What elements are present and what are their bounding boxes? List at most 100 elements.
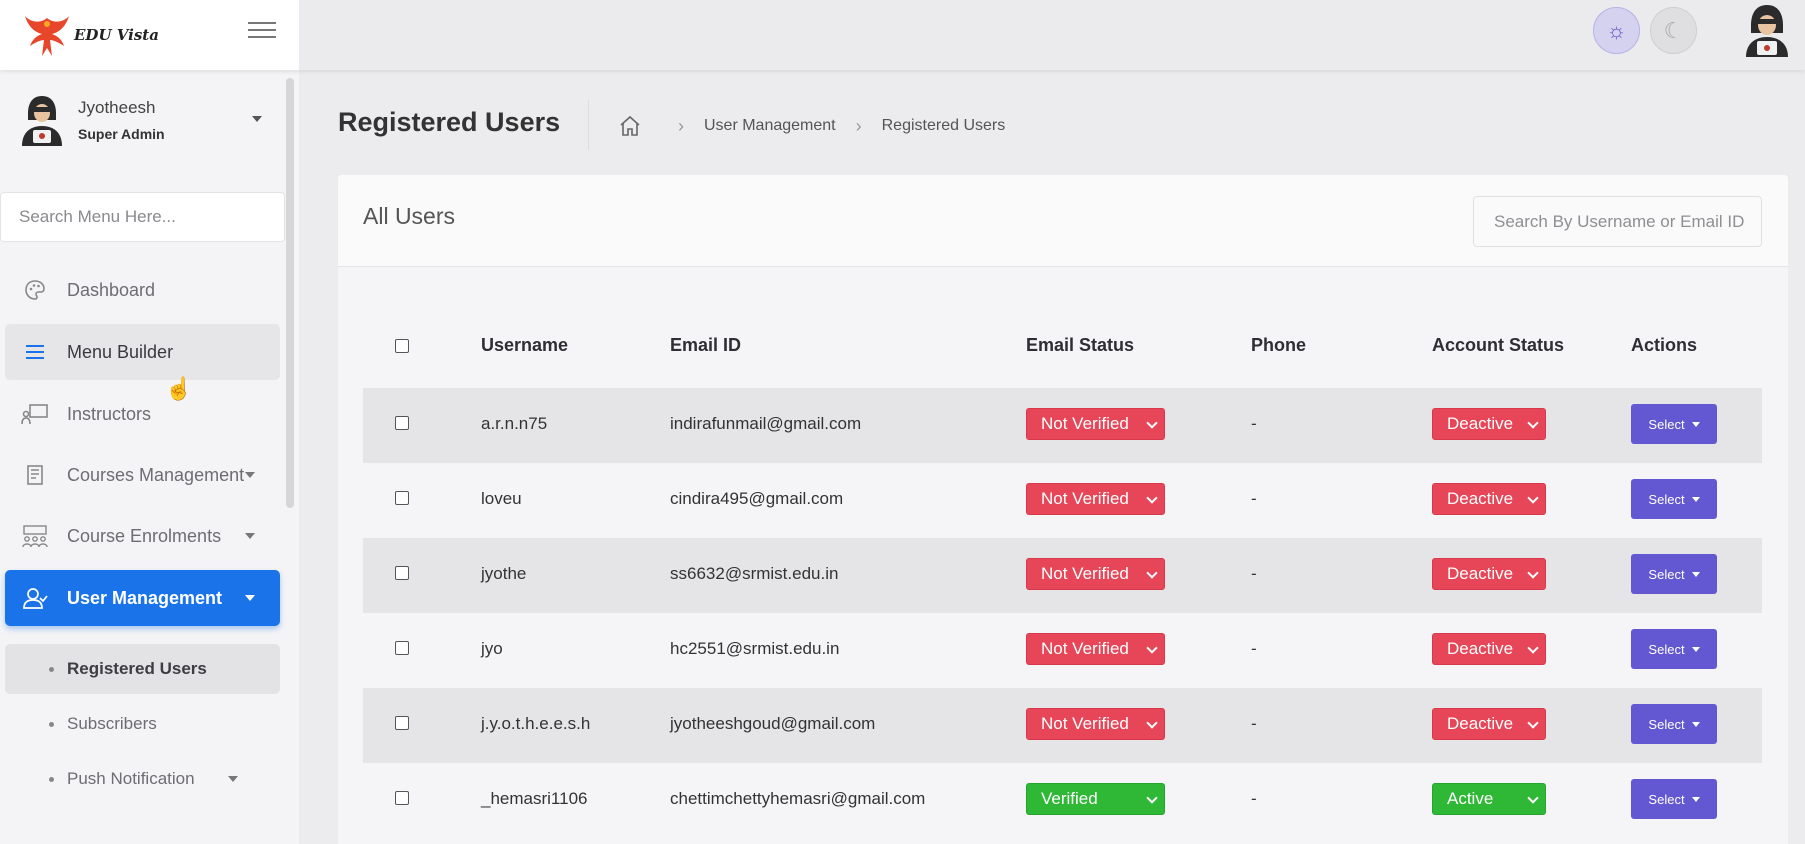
email-cell: hc2551@srmist.edu.in	[670, 639, 840, 658]
hamburger-menu-icon[interactable]	[248, 17, 276, 43]
sidebar-item-instructors[interactable]: Instructors	[5, 386, 280, 442]
top-bar: EDU Vista ☼ ☾	[0, 0, 1805, 70]
sidebar-item-course-enrolments[interactable]: Course Enrolments	[5, 508, 280, 564]
account-status-dropdown[interactable]: Deactive	[1432, 633, 1546, 665]
sidebar-scrollbar[interactable]	[286, 78, 294, 508]
bullet-icon	[49, 666, 54, 672]
actions-select-button[interactable]: Select	[1631, 404, 1717, 444]
sun-icon[interactable]: ☼	[1593, 7, 1640, 54]
account-status-label: Deactive	[1447, 489, 1514, 508]
row-checkbox[interactable]	[395, 641, 409, 655]
table-row: a.r.n.n75 indirafunmail@gmail.com Not Veri…	[363, 388, 1762, 463]
table-row: j.y.o.t.h.e.e.s.h jyotheeshgoud@gmail.com…	[363, 688, 1762, 763]
column-header-email-status[interactable]: Email Status	[1026, 335, 1134, 356]
account-status-label: Deactive	[1447, 639, 1514, 658]
column-header-phone[interactable]: Phone	[1251, 335, 1306, 356]
actions-select-label: Select	[1648, 566, 1685, 582]
chevron-down-icon	[1527, 642, 1539, 654]
caret-down-icon	[1691, 721, 1700, 727]
account-status-label: Deactive	[1447, 564, 1514, 583]
email-status-dropdown[interactable]: Verified	[1026, 783, 1165, 815]
phone-cell: -	[1251, 489, 1257, 508]
actions-select-label: Select	[1648, 791, 1685, 807]
caret-down-icon	[252, 116, 262, 122]
caret-down-icon	[1691, 571, 1700, 577]
home-icon[interactable]	[618, 114, 642, 138]
email-status-label: Not Verified	[1041, 714, 1129, 733]
moon-icon[interactable]: ☾	[1650, 7, 1697, 54]
account-status-dropdown[interactable]: Deactive	[1432, 558, 1546, 590]
email-status-label: Not Verified	[1041, 564, 1129, 583]
actions-select-button[interactable]: Select	[1631, 554, 1717, 594]
card-title: All Users	[363, 203, 456, 229]
chevron-down-icon	[1527, 417, 1539, 429]
phone-cell: -	[1251, 714, 1257, 733]
email-cell: cindira495@gmail.com	[670, 489, 844, 508]
book-icon	[17, 463, 53, 487]
sidebar-item-label: Dashboard	[67, 279, 156, 300]
account-status-dropdown[interactable]: Deactive	[1432, 483, 1546, 515]
sidebar-subitem-push-notification[interactable]: Push Notification	[5, 754, 280, 804]
column-header-account-status[interactable]: Account Status	[1432, 335, 1564, 356]
sidebar: Jyotheesh Super Admin Dashboard Menu Bui…	[0, 70, 299, 844]
account-status-label: Deactive	[1447, 714, 1514, 733]
actions-select-button[interactable]: Select	[1631, 629, 1717, 669]
column-header-username[interactable]: Username	[481, 335, 568, 356]
username-cell: jyo	[481, 639, 503, 658]
email-status-label: Not Verified	[1041, 639, 1129, 658]
chevron-down-icon	[1527, 492, 1539, 504]
actions-select-button[interactable]: Select	[1631, 779, 1717, 819]
actions-select-label: Select	[1648, 716, 1685, 732]
chevron-down-icon	[1146, 492, 1158, 504]
chevron-right-icon: ›	[678, 115, 684, 136]
row-checkbox[interactable]	[395, 416, 409, 430]
sidebar-item-user-management[interactable]: User Management	[5, 570, 280, 626]
row-checkbox[interactable]	[395, 791, 409, 805]
profile-menu[interactable]: Jyotheesh Super Admin	[20, 90, 270, 150]
select-all-checkbox[interactable]	[395, 339, 409, 353]
sidebar-item-label: Menu Builder	[67, 341, 174, 362]
row-checkbox[interactable]	[395, 491, 409, 505]
page-title: Registered Users	[338, 107, 561, 137]
chevron-down-icon	[1146, 417, 1158, 429]
caret-down-icon	[245, 533, 255, 539]
list-icon	[17, 340, 53, 364]
actions-select-button[interactable]: Select	[1631, 479, 1717, 519]
account-status-dropdown[interactable]: Active	[1432, 783, 1546, 815]
column-header-email[interactable]: Email ID	[670, 335, 741, 356]
account-status-dropdown[interactable]: Deactive	[1432, 408, 1546, 440]
phoenix-logo-icon	[25, 16, 69, 56]
table-row: jyothe ss6632@srmist.edu.in Not Verified - D…	[363, 538, 1762, 613]
email-cell: chettimchettyhemasri@gmail.com	[670, 789, 926, 808]
user-avatar-icon[interactable]	[1742, 3, 1792, 57]
email-status-dropdown[interactable]: Not Verified	[1026, 708, 1165, 740]
breadcrumb-user-management[interactable]: User Management	[704, 117, 836, 135]
email-status-dropdown[interactable]: Not Verified	[1026, 633, 1165, 665]
username-cell: jyothe	[481, 564, 527, 583]
sidebar-item-courses-management[interactable]: Courses Management	[5, 447, 280, 503]
row-checkbox[interactable]	[395, 566, 409, 580]
chevron-down-icon	[1146, 792, 1158, 804]
caret-down-icon	[228, 776, 238, 782]
sidebar-subitem-subscribers[interactable]: Subscribers	[5, 699, 280, 749]
menu-search-input[interactable]	[0, 192, 285, 242]
sidebar-subitem-label: Registered Users	[67, 659, 207, 678]
divider	[588, 100, 589, 150]
row-checkbox[interactable]	[395, 716, 409, 730]
sidebar-item-menu-builder[interactable]: Menu Builder	[5, 324, 280, 380]
account-status-dropdown[interactable]: Deactive	[1432, 708, 1546, 740]
email-status-dropdown[interactable]: Not Verified	[1026, 483, 1165, 515]
sidebar-item-label: Instructors	[67, 403, 152, 424]
account-status-label: Deactive	[1447, 414, 1514, 433]
actions-select-button[interactable]: Select	[1631, 704, 1717, 744]
sidebar-subitem-registered-users[interactable]: Registered Users	[5, 644, 280, 694]
hand-cursor-icon: ☝	[165, 376, 193, 401]
email-status-label: Not Verified	[1041, 489, 1129, 508]
sidebar-item-dashboard[interactable]: Dashboard	[5, 262, 280, 318]
brand-name: EDU Vista	[74, 26, 159, 44]
email-status-dropdown[interactable]: Not Verified	[1026, 408, 1165, 440]
email-status-label: Not Verified	[1041, 414, 1129, 433]
email-status-dropdown[interactable]: Not Verified	[1026, 558, 1165, 590]
user-search-input[interactable]	[1473, 196, 1762, 247]
table-row: jyo hc2551@srmist.edu.in Not Verified - Deac…	[363, 613, 1762, 688]
